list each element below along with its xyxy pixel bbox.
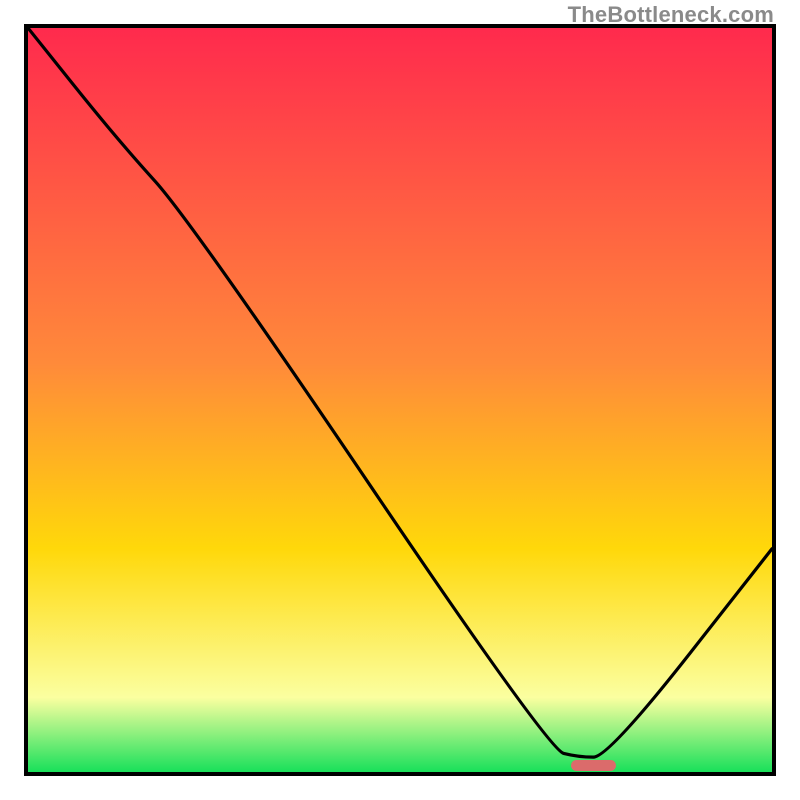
chart-frame: [24, 24, 776, 776]
